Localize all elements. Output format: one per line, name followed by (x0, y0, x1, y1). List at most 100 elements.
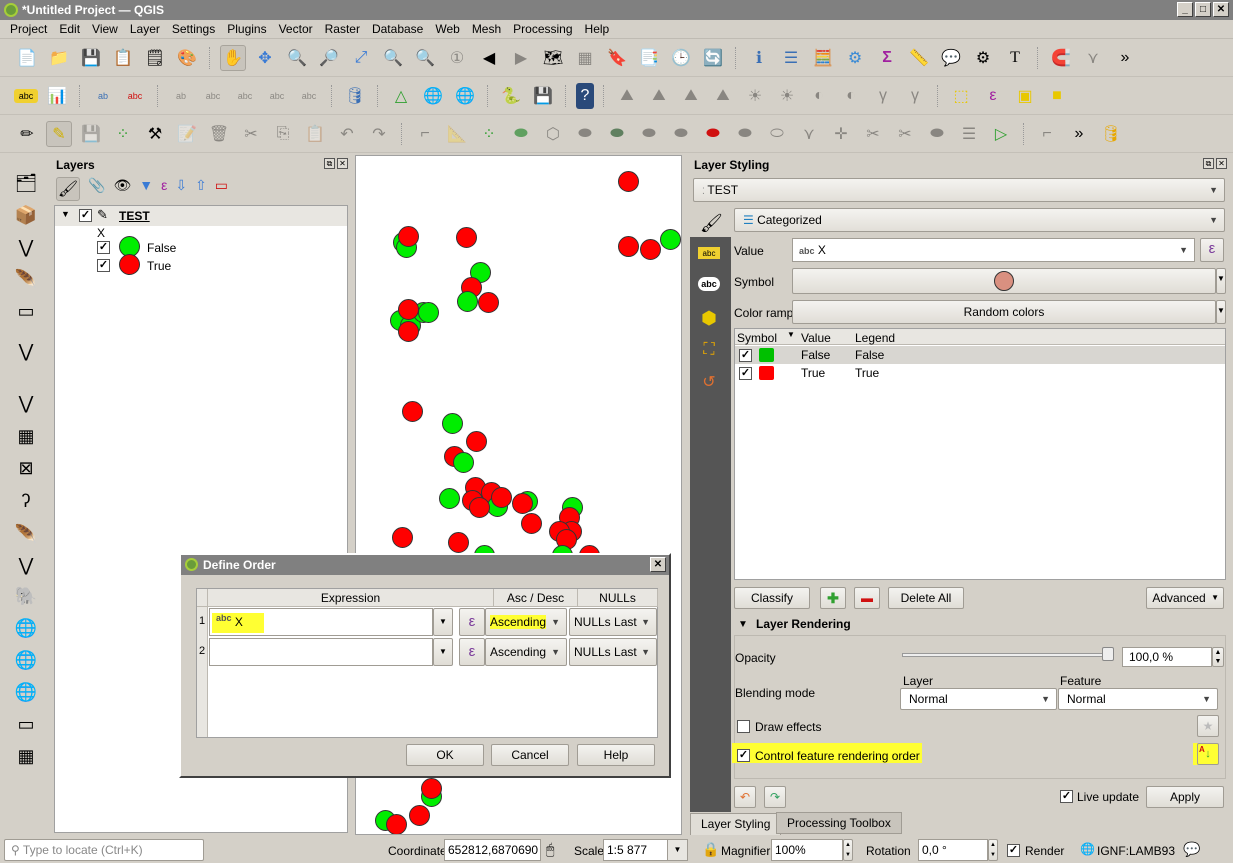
search-wms-icon[interactable]: 🌐 (452, 83, 478, 109)
coordinate-input[interactable]: 652812,6870690 (444, 839, 541, 861)
add-ring-icon[interactable]: ⬬ (572, 121, 598, 147)
close-button[interactable]: ✕ (1213, 2, 1229, 17)
zoom-to-layer-icon[interactable]: 🔍 (412, 45, 438, 71)
zoom-last-icon[interactable]: ◀ (476, 45, 502, 71)
increase-gamma-icon[interactable]: γ (870, 83, 896, 109)
add-mesh-layer-icon[interactable]: ⊠ (12, 455, 40, 481)
collapse-all-icon[interactable]: ⇧ (195, 177, 207, 201)
vertex-tool-icon[interactable]: ⚒ (142, 121, 168, 147)
float-panel-icon[interactable]: ⧉ (324, 158, 335, 169)
layer-visibility-checkbox[interactable]: ✓ (79, 209, 92, 222)
live-update-checkbox[interactable]: ✓ (1060, 790, 1073, 803)
cut-features-icon[interactable]: ✂ (238, 121, 264, 147)
snapping-icon[interactable]: 🧲 (1048, 45, 1074, 71)
menu-settings[interactable]: Settings (166, 22, 221, 36)
category-row-checkbox[interactable]: ✓ (739, 367, 752, 380)
rotation-input[interactable]: 0,0 ° (918, 839, 988, 861)
maximize-button[interactable]: □ (1195, 2, 1211, 17)
expand-all-icon[interactable]: ⇩ (175, 177, 187, 201)
add-spatialite-layer-icon[interactable]: 🪶 (12, 521, 40, 547)
nulls-select-2[interactable]: NULLs Last ▼ (569, 638, 657, 666)
pan-to-selection-icon[interactable]: ✥ (252, 45, 278, 71)
lock-scale-icon[interactable]: 🔒 (702, 841, 719, 858)
undo-icon[interactable]: ↶ (334, 121, 360, 147)
expression-input-1[interactable]: abc X (209, 608, 433, 636)
pin-labels-icon[interactable]: ab (90, 83, 116, 109)
menu-vector[interactable]: Vector (273, 22, 319, 36)
new-bookmark-icon[interactable]: 🔖 (604, 45, 630, 71)
save-project-icon[interactable]: 💾 (78, 45, 104, 71)
nulls-select-1[interactable]: NULLs Last ▼ (569, 608, 657, 636)
temporal-controller-icon[interactable]: 🕒 (668, 45, 694, 71)
labels-tab-icon[interactable]: abc (698, 247, 720, 259)
database-icon[interactable]: 🛢 (342, 83, 368, 109)
expression-input-2[interactable] (209, 638, 433, 666)
magnifier-input[interactable]: 100% (771, 839, 843, 861)
float-styling-icon[interactable]: ⧉ (1203, 158, 1214, 169)
advanced-digitizing-icon[interactable]: 📐 (444, 121, 470, 147)
menu-plugins[interactable]: Plugins (221, 22, 272, 36)
new-virtual-layer-icon[interactable]: ⋁ (12, 338, 40, 364)
messages-icon[interactable]: 💬 (1183, 841, 1200, 858)
add-wfs-layer-icon[interactable]: 🌐 (12, 679, 40, 705)
col-asc-desc[interactable]: Asc / Desc (494, 589, 578, 607)
add-virtual-layer-icon[interactable]: ⋁ (12, 552, 40, 578)
add-raster-layer-icon[interactable]: ▦ (12, 423, 40, 449)
col-symbol[interactable]: Symbol (737, 331, 777, 345)
expression-builder-1[interactable]: ε (459, 608, 485, 636)
highlight-labels-icon[interactable]: abc (122, 83, 148, 109)
new-print-layout-icon[interactable]: 📋 (110, 45, 136, 71)
opacity-slider-track[interactable] (902, 653, 1110, 657)
opacity-input[interactable]: 100,0 % (1122, 647, 1212, 667)
pan-map-icon[interactable]: ✋ (220, 45, 246, 71)
merge-features-icon[interactable]: ⬬ (924, 121, 950, 147)
statistics-icon[interactable]: Σ (874, 45, 900, 71)
map-tips-icon[interactable]: 💬 (938, 45, 964, 71)
db-connection-icon[interactable]: 🛢 (1098, 121, 1124, 147)
layout-manager-icon[interactable]: 🗒 (142, 45, 168, 71)
decrease-brightness-icon[interactable]: ☀ (774, 83, 800, 109)
split-features-icon[interactable]: ✂ (860, 121, 886, 147)
help-icon[interactable]: ? (576, 83, 594, 109)
opacity-slider-handle[interactable] (1102, 647, 1114, 661)
split-parts-icon[interactable]: ✂ (892, 121, 918, 147)
offset-curve-icon[interactable]: ⬭ (764, 121, 790, 147)
help-button[interactable]: Help (577, 744, 655, 766)
delete-all-button[interactable]: Delete All (888, 587, 964, 609)
magnifier-spinner[interactable]: ▲ ▼ (843, 839, 853, 861)
render-checkbox[interactable]: ✓ (1007, 844, 1020, 857)
add-wms-icon[interactable]: 🌐 (420, 83, 446, 109)
save-edits-icon[interactable]: 💾 (78, 121, 104, 147)
current-edits-icon[interactable]: ✏ (14, 121, 40, 147)
add-part-icon[interactable]: ⬬ (604, 121, 630, 147)
renderer-select[interactable]: ☰ Categorized ▼ (734, 208, 1225, 232)
simplify-icon[interactable]: ⬡ (540, 121, 566, 147)
add-delimited-text-icon[interactable]: ʔ (12, 488, 40, 514)
layer-rendering-header[interactable]: Layer Rendering (756, 617, 851, 631)
category-color-swatch[interactable] (759, 366, 774, 380)
symbol-dropdown[interactable]: ▼ (1216, 268, 1226, 294)
decrease-gamma-icon[interactable]: γ (902, 83, 928, 109)
expression-dropdown-1[interactable]: ▼ (433, 608, 453, 636)
col-nulls[interactable]: NULLs handling (578, 589, 658, 623)
close-styling-icon[interactable]: ✕ (1216, 158, 1227, 169)
more-tools-2-icon[interactable]: » (1066, 121, 1092, 147)
refresh-icon[interactable]: 🔄 (700, 45, 726, 71)
category-false-checkbox[interactable]: ✓ (97, 241, 110, 254)
more-tools-icon[interactable]: » (1112, 45, 1138, 71)
data-source-manager-icon[interactable]: 🗂 (12, 170, 40, 196)
reverse-line-icon[interactable]: ⋎ (796, 121, 822, 147)
shape-digitizing-icon[interactable]: ⌐ (1034, 121, 1060, 147)
redo-icon[interactable]: ↷ (366, 121, 392, 147)
new-3d-map-icon[interactable]: ▦ (572, 45, 598, 71)
filter-by-expression-icon[interactable]: ε (161, 177, 167, 201)
redo-style-button[interactable]: ↷ (764, 786, 786, 808)
move-label-2-icon[interactable]: abc (232, 83, 258, 109)
trim-extend-icon[interactable]: ✛ (828, 121, 854, 147)
control-rendering-order-checkbox[interactable]: ✓ (737, 749, 750, 762)
category-row-checkbox[interactable]: ✓ (739, 349, 752, 362)
apply-button[interactable]: Apply (1146, 786, 1224, 808)
merge-attributes-icon[interactable]: ☰ (956, 121, 982, 147)
zoom-full-icon[interactable]: ⤢ (348, 45, 374, 71)
delete-part-icon[interactable]: ⬬ (700, 121, 726, 147)
